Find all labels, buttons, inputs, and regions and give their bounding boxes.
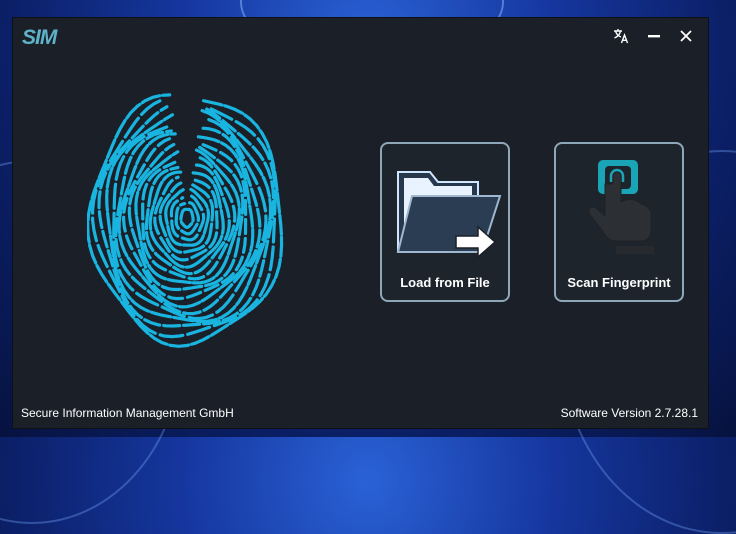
scan-fingerprint-label: Scan Fingerprint [567, 275, 671, 290]
finger-scan-icon [588, 160, 654, 254]
fingerprint-ridge [179, 207, 195, 230]
load-from-file-label: Load from File [400, 275, 490, 290]
app-window: SIM Load from File Scan Fingerprint Secu… [13, 18, 708, 428]
fingerprint-ridge [141, 156, 237, 281]
company-name: Secure Information Management GmbH [21, 406, 234, 420]
close-button[interactable] [674, 25, 698, 47]
close-icon [680, 30, 692, 42]
scan-fingerprint-button[interactable]: Scan Fingerprint [554, 142, 684, 302]
sim-logo: SIM [22, 26, 59, 49]
software-version: Software Version 2.7.28.1 [560, 406, 698, 420]
folder-import-icon [396, 171, 502, 259]
translate-icon [614, 29, 629, 44]
minimize-icon [648, 35, 660, 38]
minimize-button[interactable] [642, 25, 666, 47]
svg-text:SIM: SIM [22, 26, 58, 49]
fingerprint-icon [87, 93, 284, 348]
load-from-file-button[interactable]: Load from File [380, 142, 510, 302]
translate-button[interactable] [609, 25, 633, 47]
